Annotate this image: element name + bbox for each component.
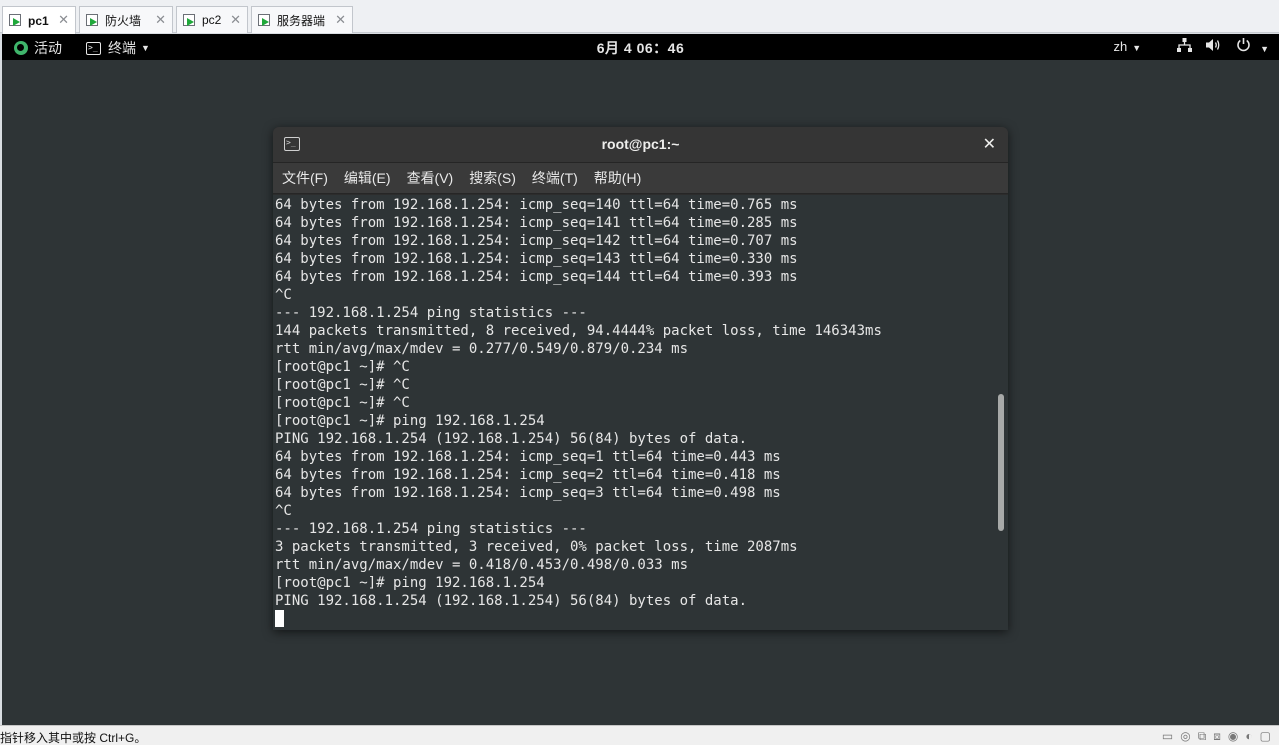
terminal-line: 64 bytes from 192.168.1.254: icmp_seq=14… bbox=[275, 215, 798, 231]
system-tray[interactable]: zh ▼ ▼ bbox=[1114, 37, 1269, 55]
terminal-line: 144 packets transmitted, 8 received, 94.… bbox=[275, 323, 882, 339]
terminal-output[interactable]: 64 bytes from 192.168.1.254: icmp_seq=14… bbox=[273, 195, 995, 630]
chevron-down-icon: ▼ bbox=[1260, 44, 1269, 54]
terminal-line: rtt min/avg/max/mdev = 0.277/0.549/0.879… bbox=[275, 341, 689, 357]
language-label: zh bbox=[1113, 38, 1128, 54]
terminal-line: PING 192.168.1.254 (192.168.1.254) 56(84… bbox=[275, 593, 748, 609]
terminal-line: 3 packets transmitted, 3 received, 0% pa… bbox=[275, 539, 798, 555]
display-icon[interactable]: ◐ bbox=[1245, 729, 1252, 744]
sound-icon[interactable]: ◉ bbox=[1228, 729, 1238, 744]
tab-label: 防火墙 bbox=[105, 13, 142, 28]
menu-file[interactable]: 文件(F) bbox=[282, 168, 328, 188]
hard-disk-icon[interactable]: ▭ bbox=[1162, 729, 1173, 744]
terminal-line: [root@pc1 ~]# ^C bbox=[275, 359, 410, 375]
input-language[interactable]: zh ▼ bbox=[1114, 39, 1142, 54]
terminal-line: 64 bytes from 192.168.1.254: icmp_seq=2 … bbox=[275, 467, 781, 483]
terminal-line: ^C bbox=[275, 503, 292, 519]
terminal-window[interactable]: >_ root@pc1:~ ✕ 文件(F) 编辑(E) 查看(V) 搜索(S) … bbox=[273, 127, 1008, 630]
network-icon[interactable] bbox=[1177, 37, 1193, 55]
terminal-line: [root@pc1 ~]# ^C bbox=[275, 377, 410, 393]
menu-view[interactable]: 查看(V) bbox=[407, 168, 454, 188]
power-icon[interactable]: ▼ bbox=[1236, 37, 1269, 55]
terminal-line: PING 192.168.1.254 (192.168.1.254) 56(84… bbox=[275, 431, 748, 447]
terminal-line: ^C bbox=[275, 287, 292, 303]
tab-label: 服务器端 bbox=[277, 13, 326, 28]
terminal-line: 64 bytes from 192.168.1.254: icmp_seq=1 … bbox=[275, 449, 781, 465]
menu-edit[interactable]: 编辑(E) bbox=[344, 168, 391, 188]
terminal-line: [root@pc1 ~]# ping 192.168.1.254 bbox=[275, 575, 545, 591]
vm-tab-bar: pc1 ✕ 防火墙 ✕ pc2 ✕ 服务器端 ✕ bbox=[0, 0, 1279, 34]
close-icon[interactable]: ✕ bbox=[983, 134, 996, 154]
terminal-line: [root@pc1 ~]# ^C bbox=[275, 395, 410, 411]
terminal-line: 64 bytes from 192.168.1.254: icmp_seq=14… bbox=[275, 269, 798, 285]
menu-bar: 文件(F) 编辑(E) 查看(V) 搜索(S) 终端(T) 帮助(H) bbox=[273, 163, 1008, 194]
text-cursor bbox=[275, 610, 284, 627]
terminal-line: 64 bytes from 192.168.1.254: icmp_seq=14… bbox=[275, 251, 798, 267]
close-icon[interactable]: ✕ bbox=[155, 12, 166, 28]
vm-icon bbox=[86, 13, 100, 27]
close-icon[interactable]: ✕ bbox=[58, 12, 69, 28]
terminal-line: --- 192.168.1.254 ping statistics --- bbox=[275, 305, 587, 321]
clock[interactable]: 6月 4 06：46 bbox=[2, 38, 1279, 58]
menu-help[interactable]: 帮助(H) bbox=[594, 168, 641, 188]
terminal-line: [root@pc1 ~]# ping 192.168.1.254 bbox=[275, 413, 545, 429]
message-icon[interactable]: ▢ bbox=[1260, 729, 1271, 744]
gnome-top-bar: 活动 >_ 终端 ▼ 6月 4 06：46 zh ▼ ▼ bbox=[2, 34, 1279, 60]
terminal-line: 64 bytes from 192.168.1.254: icmp_seq=14… bbox=[275, 197, 798, 213]
vm-icon bbox=[258, 13, 272, 27]
cd-icon[interactable]: ◎ bbox=[1180, 729, 1190, 744]
tab-label: pc1 bbox=[28, 13, 49, 28]
tab-firewall[interactable]: 防火墙 ✕ bbox=[79, 6, 173, 33]
vm-icon bbox=[9, 14, 23, 27]
status-text: 指针移入其中或按 Ctrl+G。 bbox=[0, 731, 147, 745]
tab-server[interactable]: 服务器端 ✕ bbox=[251, 6, 353, 33]
close-icon[interactable]: ✕ bbox=[230, 12, 241, 28]
usb-icon[interactable]: ⧈ bbox=[1213, 729, 1221, 744]
terminal-line: --- 192.168.1.254 ping statistics --- bbox=[275, 521, 587, 537]
scrollbar-thumb[interactable] bbox=[998, 394, 1004, 531]
vm-icon bbox=[183, 13, 197, 27]
chevron-down-icon: ▼ bbox=[1132, 42, 1142, 53]
tab-pc2[interactable]: pc2 ✕ bbox=[176, 6, 248, 33]
close-icon[interactable]: ✕ bbox=[335, 12, 346, 28]
menu-terminal[interactable]: 终端(T) bbox=[532, 168, 578, 188]
window-title: root@pc1:~ bbox=[601, 136, 680, 152]
network-adapter-icon[interactable]: ⧉ bbox=[1198, 729, 1207, 744]
window-titlebar[interactable]: >_ root@pc1:~ ✕ bbox=[273, 127, 1008, 163]
tab-pc1[interactable]: pc1 ✕ bbox=[2, 6, 76, 34]
tab-label: pc2 bbox=[202, 13, 222, 27]
scrollbar[interactable] bbox=[995, 195, 1008, 630]
terminal-line: 64 bytes from 192.168.1.254: icmp_seq=3 … bbox=[275, 485, 781, 501]
volume-icon[interactable] bbox=[1206, 38, 1222, 55]
terminal-line: rtt min/avg/max/mdev = 0.418/0.453/0.498… bbox=[275, 557, 689, 573]
terminal-prompt-line[interactable] bbox=[275, 610, 995, 628]
status-bar: 指针移入其中或按 Ctrl+G。 ▭ ◎ ⧉ ⧈ ◉ ◐ ▢ bbox=[0, 725, 1279, 745]
menu-search[interactable]: 搜索(S) bbox=[469, 168, 516, 188]
device-icons: ▭ ◎ ⧉ ⧈ ◉ ◐ ▢ bbox=[1162, 729, 1271, 744]
terminal-line: 64 bytes from 192.168.1.254: icmp_seq=14… bbox=[275, 233, 798, 249]
